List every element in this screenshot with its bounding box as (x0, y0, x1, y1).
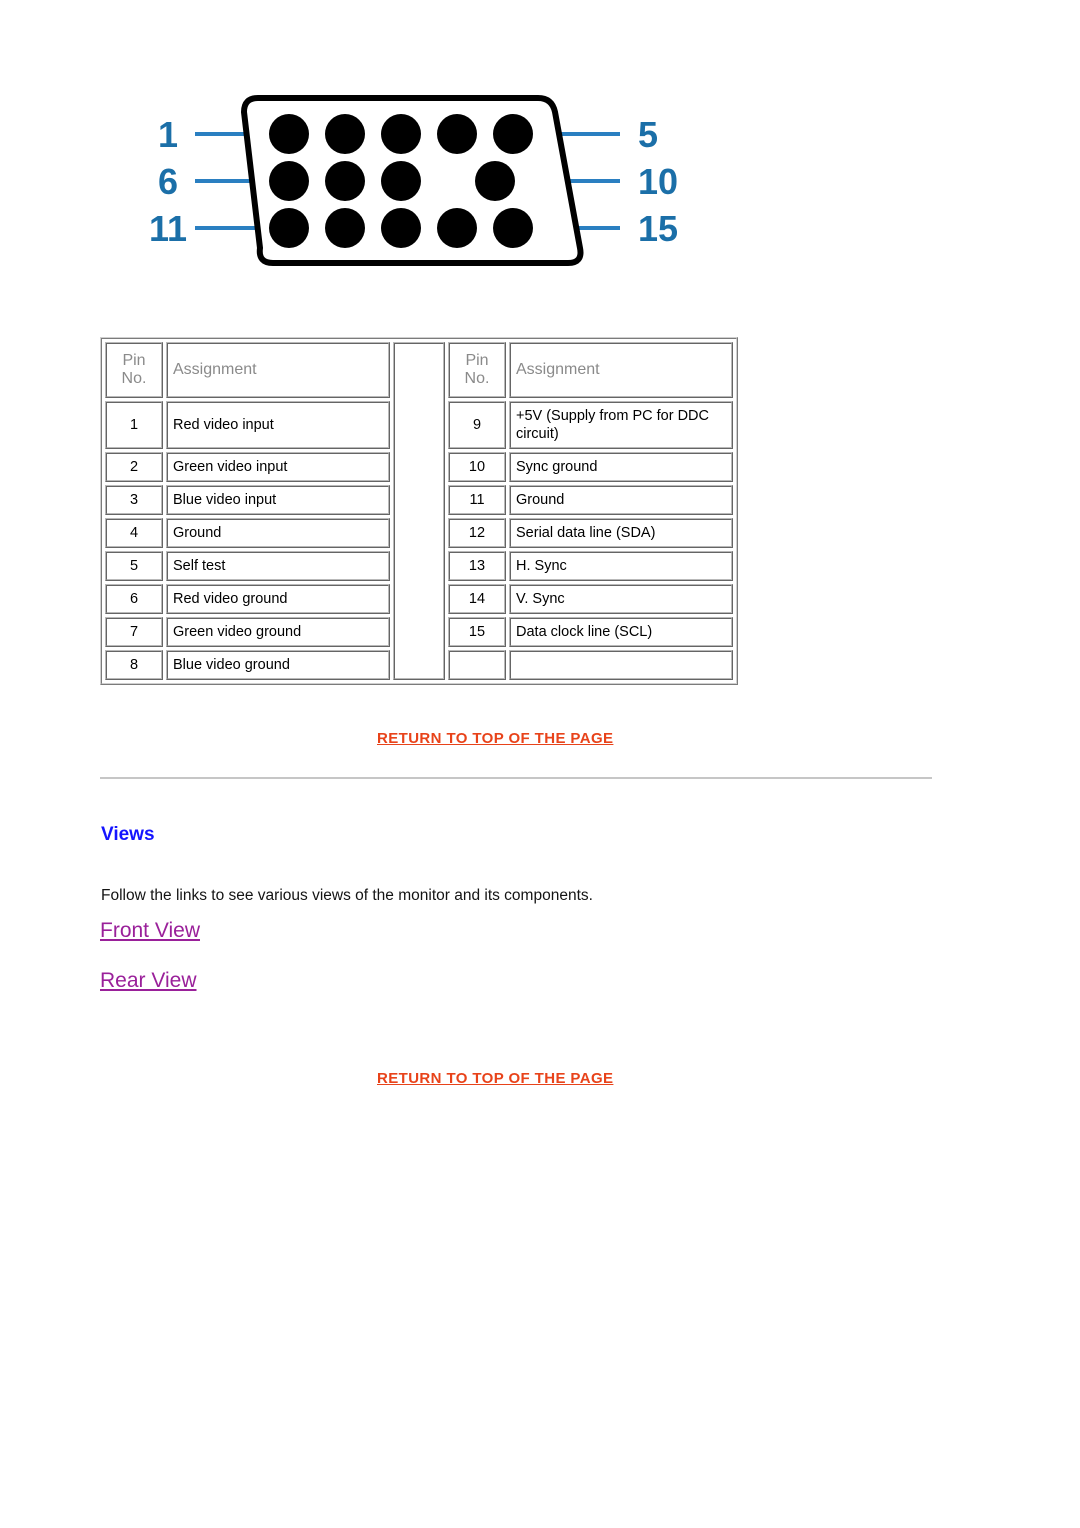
cell-pin-no: 15 (448, 617, 506, 647)
cell-assignment: Self test (166, 551, 390, 581)
cell-assignment: Ground (166, 518, 390, 548)
cell-assignment: Green video ground (166, 617, 390, 647)
cell-assignment: Blue video input (166, 485, 390, 515)
views-section-intro: Follow the links to see various views of… (101, 886, 593, 904)
pin-hole-14 (437, 208, 477, 248)
pin-assignment-table: Pin No. Assignment Pin No. Assignment 1 … (100, 337, 738, 685)
front-view-link[interactable]: Front View (100, 919, 200, 943)
pin-hole-8 (381, 161, 421, 201)
header-pin-no-left: Pin No. (105, 342, 163, 398)
cell-pin-no-empty (448, 650, 506, 680)
cell-pin-no: 9 (448, 401, 506, 449)
header-pin-no-right-line2: No. (464, 370, 490, 387)
cell-pin-no: 2 (105, 452, 163, 482)
pin-hole-10 (475, 161, 515, 201)
header-pin-no-right: Pin No. (448, 342, 506, 398)
cell-pin-no: 7 (105, 617, 163, 647)
pin-label-10: 10 (638, 161, 678, 202)
cell-pin-no: 1 (105, 401, 163, 449)
cell-assignment: Data clock line (SCL) (509, 617, 733, 647)
pin-hole-7 (325, 161, 365, 201)
pin-hole-11 (269, 208, 309, 248)
cell-pin-no: 4 (105, 518, 163, 548)
cell-pin-no: 11 (448, 485, 506, 515)
cell-pin-no: 12 (448, 518, 506, 548)
cell-pin-no: 3 (105, 485, 163, 515)
cell-pin-no: 8 (105, 650, 163, 680)
rear-view-link[interactable]: Rear View (100, 969, 197, 993)
cell-assignment: V. Sync (509, 584, 733, 614)
section-divider (100, 777, 932, 779)
views-section-heading: Views (101, 824, 155, 845)
pin-assignment-table-container: Pin No. Assignment Pin No. Assignment 1 … (100, 337, 738, 685)
pin-hole-6 (269, 161, 309, 201)
pin-hole-5 (493, 114, 533, 154)
cell-assignment: Green video input (166, 452, 390, 482)
cell-assignment: Serial data line (SDA) (509, 518, 733, 548)
cell-pin-no: 13 (448, 551, 506, 581)
pin-label-1: 1 (158, 114, 178, 155)
pin-label-11: 11 (149, 208, 187, 249)
header-pin-no-left-line2: No. (121, 370, 147, 387)
cell-pin-no: 5 (105, 551, 163, 581)
pin-hole-4 (437, 114, 477, 154)
cell-assignment: H. Sync (509, 551, 733, 581)
pin-hole-3 (381, 114, 421, 154)
cell-assignment: Blue video ground (166, 650, 390, 680)
cell-pin-no: 6 (105, 584, 163, 614)
header-assignment-right: Assignment (509, 342, 733, 398)
pin-hole-1 (269, 114, 309, 154)
pin-hole-15 (493, 208, 533, 248)
return-to-top-link-upper[interactable]: RETURN TO TOP OF THE PAGE (377, 730, 613, 747)
cell-assignment: Red video ground (166, 584, 390, 614)
header-pin-no-right-line1: Pin (465, 351, 489, 369)
cell-assignment: Sync ground (509, 452, 733, 482)
header-pin-no-left-line1: Pin (122, 351, 146, 369)
pin-assignment-table-body: Pin No. Assignment Pin No. Assignment 1 … (105, 342, 733, 680)
cell-assignment-empty (509, 650, 733, 680)
pin-label-6: 6 (158, 161, 178, 202)
pin-label-15: 15 (638, 208, 678, 249)
cell-pin-no: 10 (448, 452, 506, 482)
return-to-top-link-lower[interactable]: RETURN TO TOP OF THE PAGE (377, 1070, 613, 1087)
cell-assignment: +5V (Supply from PC for DDC circuit) (509, 401, 733, 449)
pin-label-5: 5 (638, 114, 658, 155)
table-spacer-column (393, 342, 445, 680)
vga-connector-diagram: 1 6 11 5 10 15 (140, 88, 700, 278)
pin-hole-2 (325, 114, 365, 154)
cell-assignment: Red video input (166, 401, 390, 449)
pin-hole-13 (381, 208, 421, 248)
header-assignment-left: Assignment (166, 342, 390, 398)
cell-pin-no: 14 (448, 584, 506, 614)
cell-assignment: Ground (509, 485, 733, 515)
pin-hole-12 (325, 208, 365, 248)
table-header-row: Pin No. Assignment Pin No. Assignment (105, 342, 733, 680)
